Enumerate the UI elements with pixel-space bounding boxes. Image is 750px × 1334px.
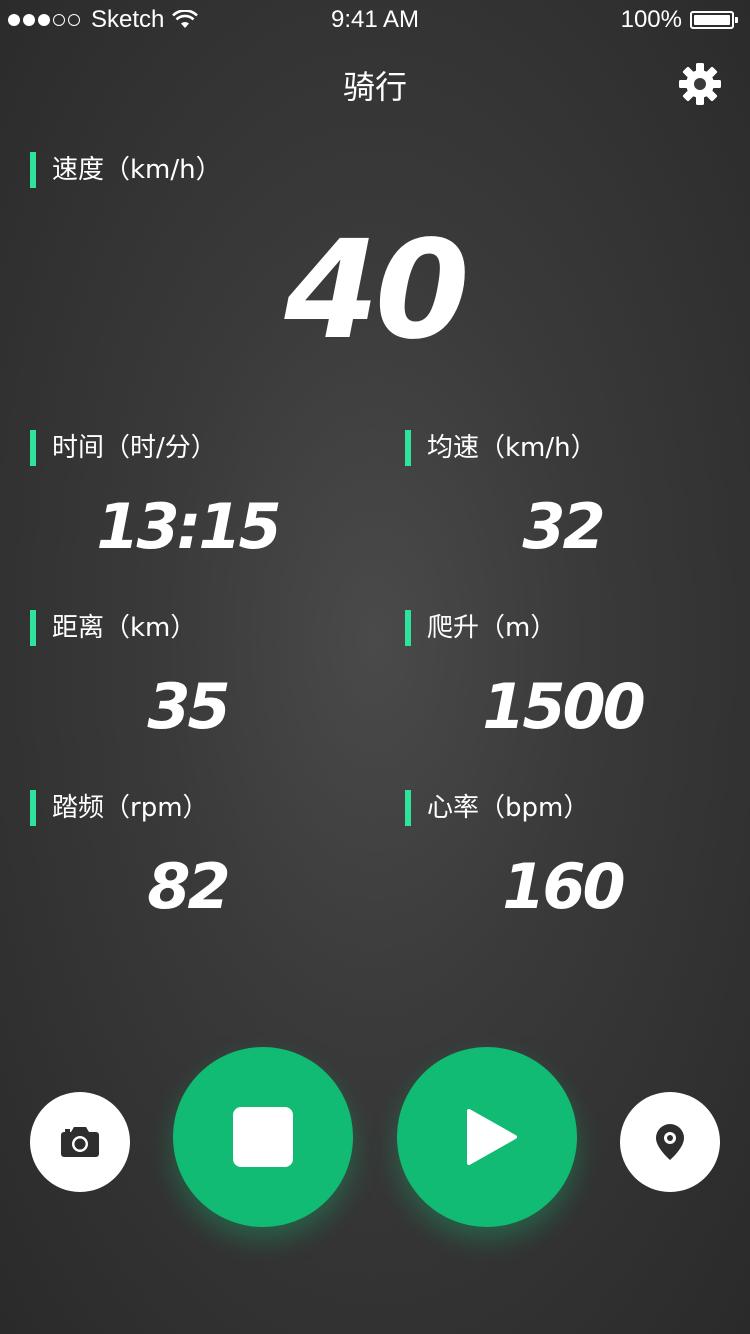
cadence-label: 踏频（rpm）: [30, 790, 209, 826]
distance-value: 35: [147, 670, 230, 743]
climb-label: 爬升（m）: [405, 610, 556, 646]
stop-icon: [233, 1107, 293, 1167]
battery-percentage: 100%: [620, 6, 682, 33]
cadence-value: 82: [147, 850, 230, 923]
camera-button[interactable]: [30, 1092, 130, 1192]
battery-icon: [690, 11, 738, 29]
distance-label: 距离（km）: [30, 610, 196, 646]
heart-rate-label: 心率（bpm）: [405, 790, 589, 826]
play-icon: [467, 1109, 517, 1165]
location-button[interactable]: [620, 1092, 720, 1192]
heart-rate-value: 160: [502, 850, 625, 923]
status-right: 100%: [620, 6, 738, 34]
climb-value: 1500: [482, 670, 646, 743]
average-speed-value: 32: [522, 490, 605, 563]
status-bar: Sketch 9:41 AM 100%: [0, 0, 750, 40]
stop-button[interactable]: [173, 1047, 353, 1227]
time-label: 时间（时/分）: [30, 430, 217, 466]
average-speed-label: 均速（km/h）: [405, 430, 597, 466]
page-title: 骑行: [342, 68, 407, 106]
play-button[interactable]: [397, 1047, 577, 1227]
time-value: 13:15: [96, 490, 281, 563]
speed-value: 40: [284, 212, 469, 370]
camera-icon: [61, 1127, 99, 1157]
gear-icon[interactable]: [678, 62, 722, 106]
speed-label: 速度（km/h）: [30, 152, 222, 188]
location-pin-icon: [656, 1124, 684, 1160]
